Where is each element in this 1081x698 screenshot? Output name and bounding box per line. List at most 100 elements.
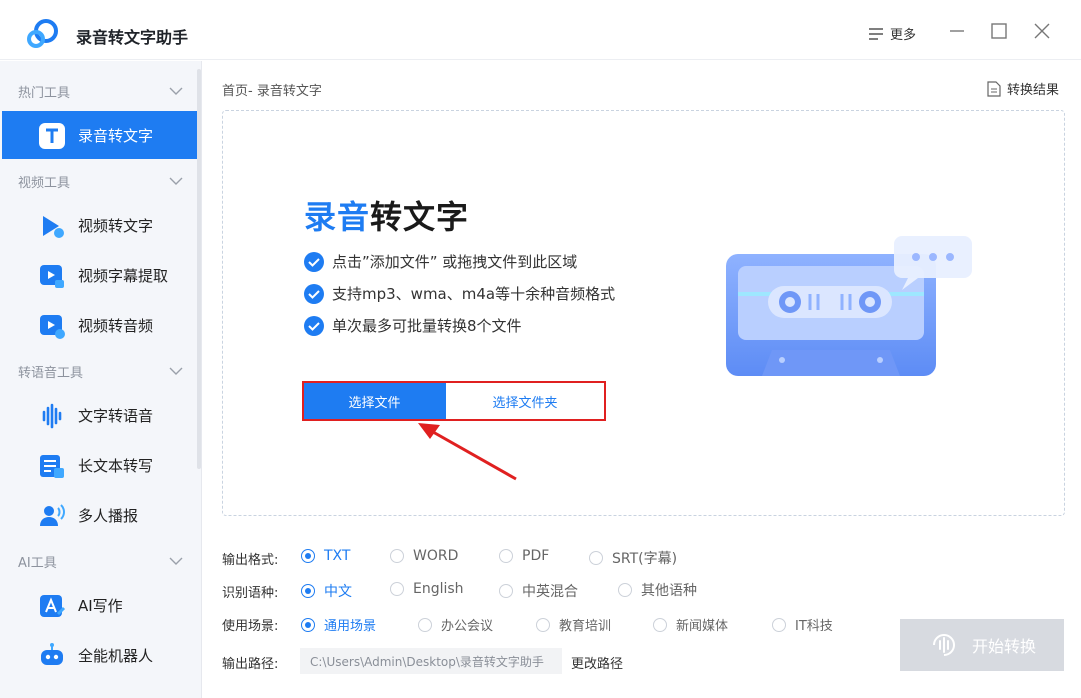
radio-label: 办公会议 bbox=[441, 619, 494, 634]
annotation-arrow bbox=[418, 423, 517, 481]
close-icon[interactable] bbox=[1031, 20, 1053, 42]
hero-title: 录音转文字 bbox=[304, 192, 469, 238]
radio-dot bbox=[772, 617, 786, 632]
sidebar-item-label: AI写作 bbox=[78, 596, 123, 615]
radio-scene-general[interactable]: 通用场景 bbox=[301, 615, 376, 634]
sidebar-item-text-to-speech[interactable]: 文字转语音 bbox=[2, 391, 197, 439]
more-menu-button[interactable]: 更多 bbox=[868, 24, 916, 43]
sidebar-item-label: 视频转音频 bbox=[78, 316, 154, 335]
minimize-icon[interactable] bbox=[946, 20, 968, 42]
radio-scene-education[interactable]: 教育培训 bbox=[536, 615, 611, 634]
video-text-icon bbox=[43, 216, 64, 238]
radio-dot bbox=[499, 549, 513, 563]
recognition-language-label: 识别语种: bbox=[222, 586, 279, 601]
check-circle-icon bbox=[304, 315, 324, 336]
chevron-down-icon bbox=[169, 177, 183, 185]
section-label: 视频工具 bbox=[18, 175, 71, 191]
breadcrumb: 首页- 录音转文字 bbox=[222, 84, 322, 99]
subtitle-extract-icon bbox=[40, 265, 64, 288]
app-title: 录音转文字助手 bbox=[76, 28, 189, 47]
sidebar-item-label: 全能机器人 bbox=[78, 646, 154, 665]
radio-label: WORD bbox=[413, 548, 459, 564]
radio-dot bbox=[589, 551, 603, 565]
radio-lang-other[interactable]: 其他语种 bbox=[618, 580, 697, 600]
radio-dot bbox=[499, 584, 513, 598]
section-speech-tools[interactable]: 转语音工具 bbox=[18, 361, 183, 381]
sidebar-item-robot[interactable]: 全能机器人 bbox=[2, 631, 197, 679]
radio-format-pdf[interactable]: PDF bbox=[499, 548, 549, 564]
sidebar-item-long-text[interactable]: 长文本转写 bbox=[2, 441, 197, 489]
radio-format-word[interactable]: WORD bbox=[390, 548, 458, 564]
radio-dot bbox=[653, 617, 667, 632]
feature-item: 单次最多可批量转换8个文件 bbox=[304, 315, 522, 336]
radio-scene-meeting[interactable]: 办公会议 bbox=[418, 615, 493, 634]
check-circle-icon bbox=[304, 283, 324, 304]
sidebar-item-label: 多人播报 bbox=[78, 506, 139, 525]
sidebar-item-multi-speaker[interactable]: 多人播报 bbox=[2, 491, 197, 539]
sidebar-item-video-to-text[interactable]: 视频转文字 bbox=[2, 201, 197, 249]
radio-label: 通用场景 bbox=[324, 619, 377, 634]
radio-label: 其他语种 bbox=[641, 583, 697, 599]
radio-dot bbox=[618, 583, 632, 597]
output-path-field[interactable] bbox=[300, 648, 562, 674]
radio-dot bbox=[301, 584, 315, 598]
radio-dot bbox=[301, 549, 315, 563]
waveform-icon bbox=[42, 403, 62, 429]
multi-speaker-icon bbox=[40, 504, 65, 526]
usage-scene-label: 使用场景: bbox=[222, 619, 279, 634]
sidebar-item-ai-write[interactable]: AI写作 bbox=[2, 581, 197, 629]
section-ai-tools[interactable]: AI工具 bbox=[18, 551, 183, 571]
maximize-icon[interactable] bbox=[988, 20, 1010, 42]
long-text-icon bbox=[40, 455, 64, 478]
sidebar-scrollbar[interactable] bbox=[197, 69, 201, 469]
chevron-down-icon bbox=[169, 367, 183, 375]
section-label: 转语音工具 bbox=[18, 365, 84, 381]
radio-lang-chinese[interactable]: 中文 bbox=[301, 581, 352, 601]
radio-label: PDF bbox=[522, 548, 550, 564]
video-audio-icon bbox=[40, 315, 65, 339]
radio-label: 中文 bbox=[324, 584, 352, 600]
sidebar-item-audio-to-text[interactable]: 录音转文字 bbox=[2, 111, 197, 159]
radio-scene-it[interactable]: IT科技 bbox=[772, 615, 833, 634]
sidebar-item-video-to-audio[interactable]: 视频转音频 bbox=[2, 301, 197, 349]
text-t-icon bbox=[39, 123, 65, 149]
sidebar-item-subtitle-extract[interactable]: 视频字幕提取 bbox=[2, 251, 197, 299]
robot-icon bbox=[41, 643, 63, 665]
start-convert-button[interactable]: 开始转换 bbox=[900, 619, 1064, 671]
change-path-button[interactable]: 更改路径 bbox=[571, 653, 623, 672]
chevron-down-icon bbox=[169, 87, 183, 95]
radio-format-srt[interactable]: SRT(字幕) bbox=[589, 548, 677, 568]
menu-icon bbox=[869, 27, 883, 40]
radio-label: English bbox=[413, 581, 464, 597]
app-logo-icon bbox=[27, 19, 58, 48]
radio-lang-english[interactable]: English bbox=[390, 581, 464, 597]
feature-item: 点击”添加文件” 或拖拽文件到此区域 bbox=[304, 251, 577, 272]
radio-label: 中英混合 bbox=[522, 584, 578, 600]
section-hot-tools[interactable]: 热门工具 bbox=[18, 81, 183, 101]
conversion-result-link[interactable]: 转换结果 bbox=[987, 79, 1059, 98]
cassette-illustration bbox=[726, 236, 972, 376]
title-bar: 录音转文字助手 更多 bbox=[0, 0, 1081, 60]
radio-dot bbox=[418, 617, 432, 632]
radio-scene-news[interactable]: 新闻媒体 bbox=[653, 615, 728, 634]
output-path-label: 输出路径: bbox=[222, 657, 279, 672]
chevron-down-icon bbox=[169, 557, 183, 565]
radio-format-txt[interactable]: TXT bbox=[301, 548, 350, 564]
radio-lang-mixed[interactable]: 中英混合 bbox=[499, 581, 578, 601]
sidebar-item-label: 长文本转写 bbox=[78, 456, 154, 475]
section-video-tools[interactable]: 视频工具 bbox=[18, 171, 183, 191]
radio-dot bbox=[390, 582, 404, 596]
radio-label: TXT bbox=[324, 548, 351, 564]
feature-item: 支持mp3、wma、m4a等十余种音频格式 bbox=[304, 283, 615, 304]
document-icon bbox=[987, 80, 1001, 97]
check-circle-icon bbox=[304, 251, 324, 272]
section-label: AI工具 bbox=[18, 555, 57, 571]
audio-wave-circle-icon bbox=[932, 634, 955, 656]
radio-label: SRT(字幕) bbox=[612, 551, 678, 567]
sidebar-item-label: 视频字幕提取 bbox=[78, 266, 169, 285]
start-button-label: 开始转换 bbox=[971, 637, 1036, 656]
radio-dot bbox=[390, 549, 404, 563]
feature-text: 点击”添加文件” 或拖拽文件到此区域 bbox=[332, 253, 578, 271]
feature-text: 单次最多可批量转换8个文件 bbox=[332, 317, 522, 335]
ai-write-icon bbox=[40, 595, 66, 617]
